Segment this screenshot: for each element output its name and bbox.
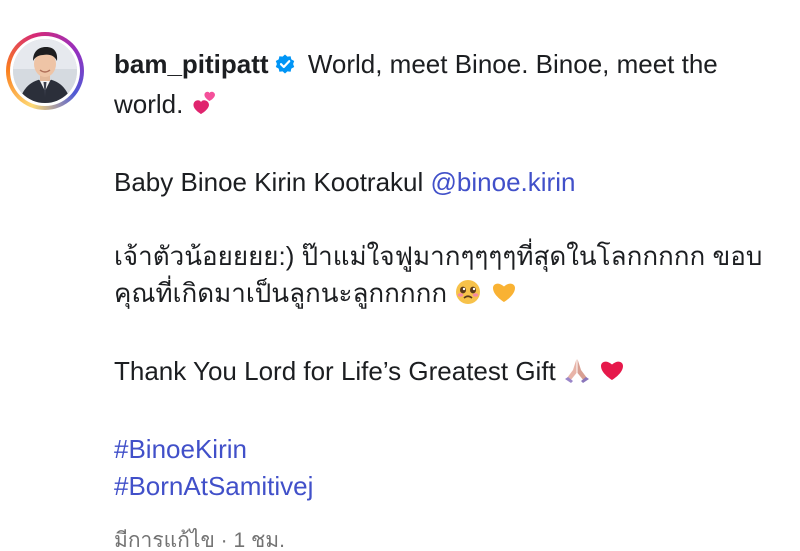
- caption-second-line: world.: [114, 86, 784, 127]
- avatar[interactable]: [13, 39, 77, 103]
- caption-text-line-1: World, meet Binoe. Binoe, meet the: [307, 49, 718, 79]
- thai-text-line-2: คุณที่เกิดมาเป็นลูกนะลูกกกกก: [114, 275, 784, 316]
- red-heart-emoji-icon: [598, 356, 626, 394]
- thai-text-1: เจ้าตัวน้อยยยย:) ป๊าแม่ใจฟูมากๆๆๆๆที่สุด…: [114, 241, 763, 271]
- hashtag-link[interactable]: #BornAtSamitivej: [114, 471, 313, 501]
- thanks-text: Thank You Lord for Life’s Greatest Gift: [114, 356, 556, 386]
- praying-hands-emoji-icon: [563, 356, 591, 394]
- baby-name-line: Baby Binoe Kirin Kootrakul @binoe.kirin: [114, 164, 784, 201]
- username-link[interactable]: bam_pitipatt: [114, 49, 269, 79]
- thai-text-2: คุณที่เกิดมาเป็นลูกนะลูกกกกก: [114, 278, 448, 308]
- profile-avatar-ring[interactable]: [6, 32, 84, 110]
- hashtag-link[interactable]: #BinoeKirin: [114, 434, 247, 464]
- baby-name-text: Baby Binoe Kirin Kootrakul: [114, 167, 424, 197]
- two-hearts-emoji-icon: [191, 89, 219, 127]
- verified-badge-icon: [273, 49, 297, 86]
- post-meta-edited-time: มีการแก้ไข · 1 ชม.: [114, 529, 285, 551]
- hashtag-line-2: #BornAtSamitivej: [114, 468, 784, 505]
- hashtag-line-1: #BinoeKirin: [114, 431, 784, 468]
- crying-face-emoji-icon: [454, 278, 482, 316]
- caption-text-line-2: world.: [114, 89, 184, 119]
- caption-first-line: bam_pitipatt World, meet Binoe. Binoe, m…: [114, 46, 784, 86]
- post-caption: bam_pitipatt World, meet Binoe. Binoe, m…: [114, 46, 784, 505]
- thanks-line: Thank You Lord for Life’s Greatest Gift: [114, 353, 784, 394]
- thai-text-line-1: เจ้าตัวน้อยยยย:) ป๊าแม่ใจฟูมากๆๆๆๆที่สุด…: [114, 238, 784, 275]
- avatar-gap: [10, 36, 80, 106]
- mention-link[interactable]: @binoe.kirin: [431, 167, 576, 197]
- yellow-heart-emoji-icon: [490, 278, 518, 316]
